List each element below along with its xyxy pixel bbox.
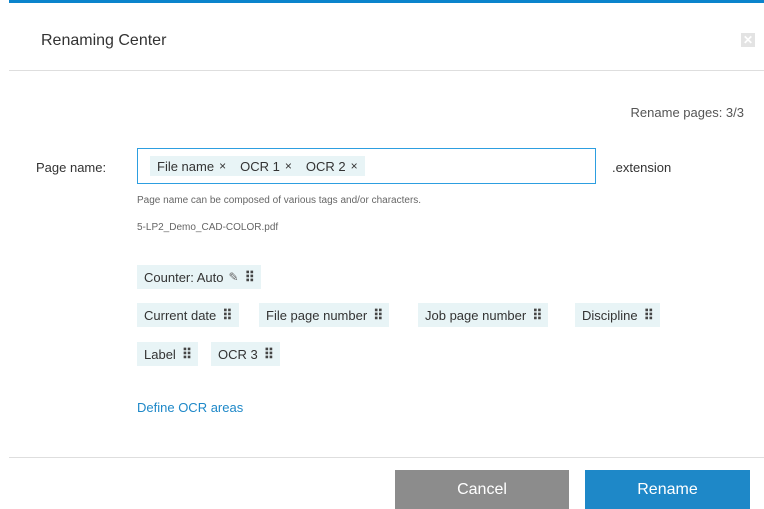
input-tag-ocr-2: OCR 2 ×: [298, 156, 365, 176]
drag-handle-icon[interactable]: ⠿: [373, 307, 383, 324]
tag-file-page-number[interactable]: File page number ⠿: [259, 303, 390, 327]
dialog-title: Renaming Center: [41, 32, 167, 49]
drag-handle-icon[interactable]: ⠿: [222, 307, 232, 324]
tag-label: OCR 3: [218, 346, 258, 362]
remove-tag-icon[interactable]: ×: [219, 159, 226, 173]
input-tag-label: OCR 2: [305, 158, 346, 174]
pencil-icon[interactable]: ✎: [229, 270, 239, 284]
rename-button[interactable]: Rename: [585, 470, 750, 509]
footer-divider: [9, 457, 764, 458]
tag-label-item[interactable]: Label ⠿: [137, 342, 199, 366]
input-tag-label: OCR 1: [240, 158, 280, 174]
drag-handle-icon[interactable]: ⠿: [264, 346, 274, 363]
tag-job-page-number[interactable]: Job page number ⠿: [418, 303, 549, 327]
remove-tag-icon[interactable]: ×: [351, 159, 358, 173]
page-name-input[interactable]: File name × OCR 1 × OCR 2 ×: [137, 148, 596, 184]
header-divider: [9, 70, 764, 71]
tag-counter-auto[interactable]: Counter: Auto ✎ ⠿: [137, 265, 261, 289]
input-tag-label: File name: [157, 158, 215, 174]
tag-label: Label: [144, 346, 176, 362]
remove-tag-icon[interactable]: ×: [285, 159, 292, 173]
renaming-dialog: Renaming Center ✕ Rename pages: 3/3 Page…: [0, 0, 764, 509]
drag-handle-icon[interactable]: ⠿: [532, 307, 542, 324]
drag-handle-icon[interactable]: ⠿: [245, 269, 255, 286]
tag-discipline[interactable]: Discipline ⠿: [575, 303, 660, 327]
cancel-button[interactable]: Cancel: [395, 470, 569, 509]
preview-filename: 5-LP2_Demo_CAD-COLOR.pdf: [137, 222, 279, 233]
top-accent-bar: [9, 0, 764, 3]
input-tag-ocr-1: OCR 1 ×: [233, 156, 299, 176]
tag-ocr-3[interactable]: OCR 3 ⠿: [211, 342, 280, 366]
tag-label: Discipline: [582, 307, 638, 323]
tag-label: Current date: [144, 307, 217, 323]
tag-label: File page number: [266, 307, 368, 323]
tag-label: Job page number: [425, 307, 527, 323]
page-name-label: Page name:: [36, 160, 107, 175]
rename-pages-count: Rename pages: 3/3: [630, 105, 744, 120]
tag-current-date[interactable]: Current date ⠿: [137, 303, 239, 327]
close-icon[interactable]: ✕: [741, 33, 755, 47]
drag-handle-icon[interactable]: ⠿: [644, 307, 654, 324]
page-name-help-text: Page name can be composed of various tag…: [137, 195, 422, 206]
extension-label: .extension: [612, 160, 672, 175]
input-tag-file-name: File name ×: [150, 156, 234, 176]
define-ocr-areas-link[interactable]: Define OCR areas: [137, 400, 243, 415]
tag-label: Counter: Auto: [144, 269, 224, 285]
drag-handle-icon[interactable]: ⠿: [182, 346, 192, 363]
